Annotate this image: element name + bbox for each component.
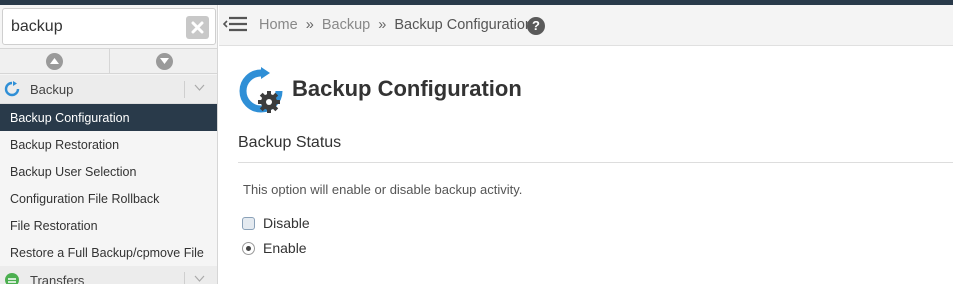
chevron-down-icon[interactable] <box>194 84 205 92</box>
breadcrumb-backup-link[interactable]: Backup <box>322 17 370 33</box>
close-icon <box>191 21 204 34</box>
section-description: This option will enable or disable backu… <box>243 182 523 197</box>
enable-radio[interactable] <box>242 242 255 255</box>
enable-label: Enable <box>263 240 307 256</box>
sidebar-item-backup-configuration[interactable]: Backup Configuration <box>0 104 217 131</box>
disable-label: Disable <box>263 215 310 231</box>
breadcrumb-separator: » <box>378 17 387 33</box>
search-box <box>2 8 216 45</box>
backup-configuration-icon <box>239 67 283 113</box>
sidebar-item-backup-restoration[interactable]: Backup Restoration <box>0 131 217 158</box>
sidebar-item-backup-user-selection[interactable]: Backup User Selection <box>0 158 217 185</box>
scroll-up-button[interactable] <box>46 53 63 70</box>
chevron-down-icon <box>160 58 169 64</box>
sidebar-group-label: Backup <box>30 82 74 97</box>
section-title: Backup Status <box>238 134 342 151</box>
sidebar-group-transfers[interactable]: Transfers <box>0 266 217 284</box>
page-title: Backup Configuration <box>292 76 522 101</box>
disable-radio[interactable] <box>242 217 255 230</box>
scroll-up-control <box>0 49 108 73</box>
breadcrumb-current: Backup Configuration <box>394 17 533 33</box>
chevron-up-icon <box>50 58 59 64</box>
section-divider <box>238 162 953 163</box>
collapse-menu-icon[interactable] <box>223 14 247 34</box>
backup-refresh-icon <box>4 81 20 97</box>
nav-collapse-controls <box>0 48 217 74</box>
sidebar-group-backup[interactable]: Backup <box>0 75 217 104</box>
transfers-icon <box>5 273 19 284</box>
group-divider <box>184 81 185 98</box>
sidebar-item-file-restoration[interactable]: File Restoration <box>0 212 217 239</box>
scroll-down-button[interactable] <box>156 53 173 70</box>
help-icon[interactable]: ? <box>527 17 545 35</box>
sidebar-item-configuration-file-rollback[interactable]: Configuration File Rollback <box>0 185 217 212</box>
sidebar-item-restore-full-backup[interactable]: Restore a Full Backup/cpmove File <box>0 239 217 266</box>
sidebar: Backup Backup Configuration Backup Resto… <box>0 5 218 284</box>
search-input[interactable] <box>11 15 181 39</box>
breadcrumb-home-link[interactable]: Home <box>259 17 298 33</box>
breadcrumb-bar: Home » Backup » Backup Configuration ? <box>219 5 953 46</box>
sidebar-group-label: Transfers <box>30 273 85 284</box>
breadcrumb-separator: » <box>305 17 314 33</box>
group-divider <box>184 272 185 284</box>
chevron-down-icon[interactable] <box>194 275 205 283</box>
scroll-down-control <box>109 49 217 73</box>
clear-search-button[interactable] <box>186 16 209 39</box>
breadcrumb: Home » Backup » Backup Configuration <box>259 17 533 33</box>
